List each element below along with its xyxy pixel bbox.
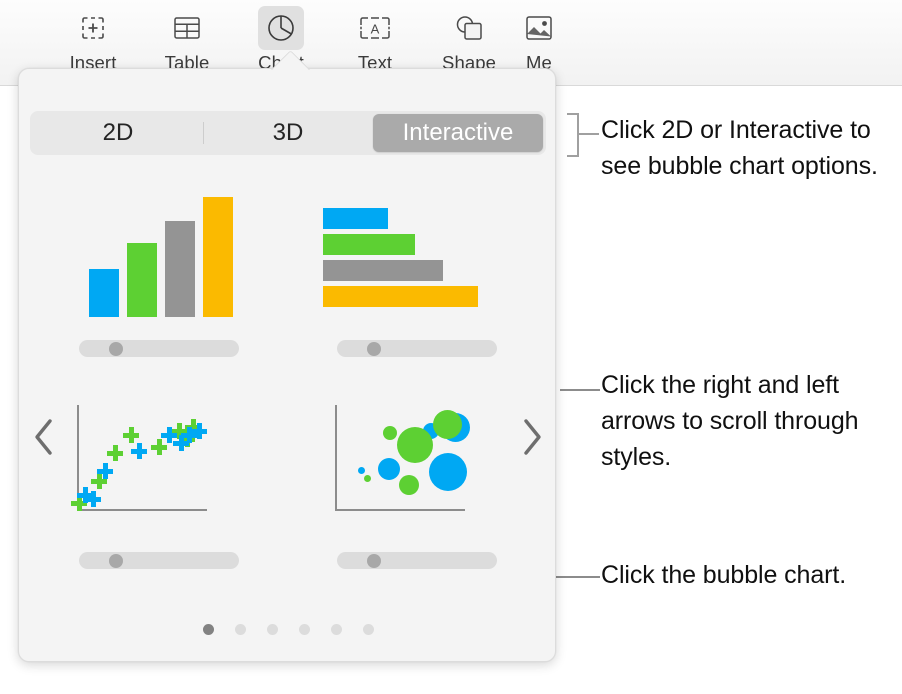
chart-style-popover: 2D 3D Interactive xyxy=(18,68,556,662)
scroll-left-arrow[interactable] xyxy=(27,414,61,460)
bubble-green xyxy=(364,475,371,482)
scatter-marker-blue xyxy=(85,491,101,507)
bubble-green xyxy=(383,426,397,440)
chart-thumbnail-bubble[interactable] xyxy=(323,401,511,569)
bubble-x-axis xyxy=(335,509,465,511)
callout-text-bubble: Click the bubble chart. xyxy=(601,561,847,589)
slider-knob[interactable] xyxy=(367,553,381,568)
column-bar-yellow xyxy=(203,197,233,317)
shape-icon xyxy=(446,6,492,50)
segment-3d[interactable]: 3D xyxy=(203,114,373,152)
chart-thumbnail-column[interactable] xyxy=(65,189,253,357)
scatter-marker-green xyxy=(123,427,139,443)
bar-blue xyxy=(323,208,388,229)
bubble-blue xyxy=(378,458,400,480)
bar-green xyxy=(323,234,415,255)
bar-chart-preview xyxy=(323,189,511,317)
scatter-chart-slider[interactable] xyxy=(79,552,239,569)
pagination-dot-5[interactable] xyxy=(330,624,342,635)
table-icon xyxy=(164,6,210,50)
toolbar-button-media[interactable]: Me xyxy=(516,6,562,74)
chart-style-grid xyxy=(65,189,511,569)
pagination-dots xyxy=(19,624,557,635)
bubble-green xyxy=(433,410,462,439)
callout-leader-segmented xyxy=(579,133,599,135)
pagination-dot-3[interactable] xyxy=(266,624,278,635)
column-bar-green xyxy=(127,243,157,317)
chart-thumbnail-scatter[interactable] xyxy=(65,401,253,569)
insert-icon xyxy=(70,6,116,50)
toolbar-button-insert[interactable]: Insert xyxy=(46,6,140,74)
scatter-marker-blue xyxy=(131,443,147,459)
scatter-x-axis xyxy=(77,509,207,511)
bubble-blue xyxy=(358,467,365,474)
media-icon xyxy=(516,6,562,50)
column-chart-preview xyxy=(65,189,253,317)
chart-thumbnail-bar[interactable] xyxy=(323,189,511,357)
chart-type-segmented-control[interactable]: 2D 3D Interactive xyxy=(30,111,546,155)
pagination-dot-4[interactable] xyxy=(298,624,310,635)
pagination-dot-6[interactable] xyxy=(362,624,374,635)
bar-gray xyxy=(323,260,443,281)
bar-yellow xyxy=(323,286,478,307)
popover-pointer-arrow xyxy=(268,46,312,70)
scatter-chart-preview xyxy=(65,401,253,529)
bubble-green xyxy=(399,475,419,495)
segment-interactive[interactable]: Interactive xyxy=(373,114,543,152)
column-chart-slider[interactable] xyxy=(79,340,239,357)
toolbar-button-shape[interactable]: Shape xyxy=(422,6,516,74)
column-bar-gray xyxy=(165,221,195,317)
bubble-green xyxy=(397,427,433,463)
slider-knob[interactable] xyxy=(109,341,123,356)
scatter-marker-blue xyxy=(97,463,113,479)
slider-knob[interactable] xyxy=(109,553,123,568)
toolbar-button-table[interactable]: Table xyxy=(140,6,234,74)
scatter-marker-green xyxy=(107,445,123,461)
callout-text-arrows: Click the right and left arrows to scrol… xyxy=(601,371,859,471)
bubble-blue xyxy=(429,453,467,491)
text-box-icon: A xyxy=(352,6,398,50)
bubble-chart-slider[interactable] xyxy=(337,552,497,569)
pagination-dot-1[interactable] xyxy=(202,624,214,635)
bubble-y-axis xyxy=(335,405,337,511)
pagination-dot-2[interactable] xyxy=(234,624,246,635)
slider-knob[interactable] xyxy=(367,341,381,356)
callout-leader-arrows xyxy=(560,389,600,391)
callout-bracket-segmented xyxy=(567,113,579,157)
column-bar-blue xyxy=(89,269,119,317)
scroll-right-arrow[interactable] xyxy=(515,414,549,460)
segment-2d[interactable]: 2D xyxy=(33,114,203,152)
bar-chart-slider[interactable] xyxy=(337,340,497,357)
scatter-marker-blue xyxy=(191,423,207,439)
svg-text:A: A xyxy=(371,21,380,36)
callout-text-segmented: Click 2D or Interactive to see bubble ch… xyxy=(601,116,878,180)
toolbar-button-text[interactable]: A Text xyxy=(328,6,422,74)
bubble-chart-preview xyxy=(323,401,511,529)
chart-pie-icon xyxy=(258,6,304,50)
